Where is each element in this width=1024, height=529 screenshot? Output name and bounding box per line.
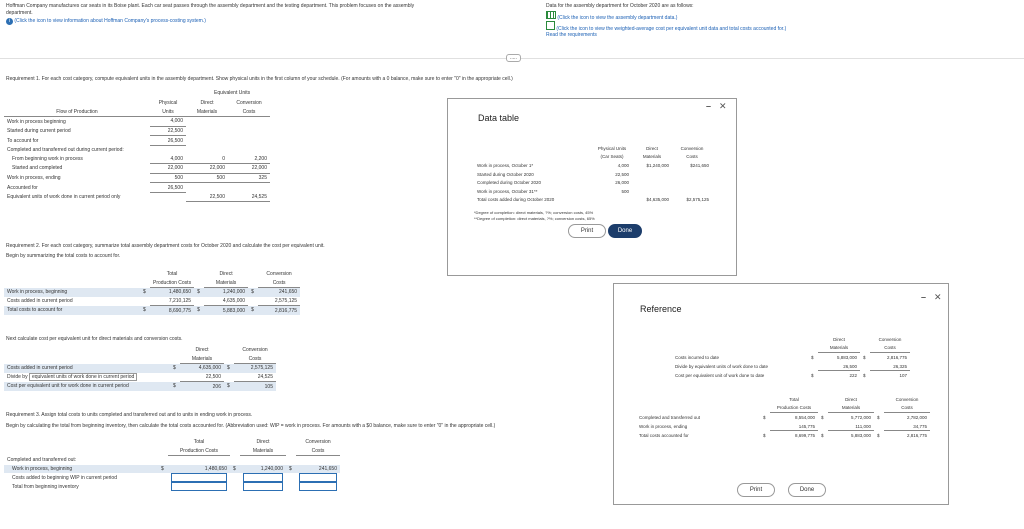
minimize-icon[interactable]: – [921,292,926,302]
wavg-link[interactable]: (Click the icon to view the weighted-ave… [546,21,786,32]
table-row: Completed during October 2020 26,000 [477,180,629,186]
col-physical: Physical [158,100,178,107]
table-row: Divide by equivalent units of work done … [4,372,276,383]
table-row: Work in process, beginning $1,480,650 $1,2… [4,287,301,297]
table-row: Equivalent units of work done in current… [4,192,270,203]
table-row: Work in process, beginning $1,480,650 $1,2… [4,464,340,474]
input-dm-added[interactable] [243,473,283,483]
req2-sub2: Next calculate cost per equivalent unit … [6,336,183,342]
done-button[interactable]: Done [788,483,826,497]
reference-cost-table: Direct Conversion Materials Costs Costs in… [672,335,910,380]
req3-title: Requirement 3. Assign total costs to uni… [6,412,253,418]
col-conversion: Conversion [236,100,262,107]
info-icon[interactable]: i [6,18,13,25]
reference-assign-table: Total Direct Conversion Production Costs Ma… [636,395,930,440]
reference-title: Reference [640,304,682,314]
table-row: Work in process, ending 145,775 111,000 34,… [636,421,930,432]
input-total-beginning[interactable] [171,482,227,492]
table-row: Total costs to account for $8,690,775 $5,8… [4,305,301,315]
col-flow: Flow of Production [4,107,150,118]
read-requirements-link[interactable]: Read the requirements [546,32,597,38]
col-costs: Costs [228,107,270,118]
info-link[interactable]: i (Click the icon to view information ab… [6,18,206,25]
req2-sub: Begin by summarizing the total costs to … [6,253,121,259]
req3-table: Total Direct Conversion Production Costs Ma… [4,438,340,492]
data-link[interactable]: (Click the icon to view the assembly dep… [546,11,677,21]
table-row: Started during October 2020 22,500 [477,171,629,177]
table-row: Total from beginning inventory [4,482,340,492]
table-row: Total costs added during October 2020 $4,… [477,197,709,203]
equivalent-units-header: Equivalent Units [214,90,251,96]
info-link-text[interactable]: (Click the icon to view information abou… [14,18,206,24]
data-table: Physical Units Direct Conversion (Car Seat… [474,144,712,204]
problem-intro: Hoffman Company manufactures car seats i… [6,3,415,9]
done-button[interactable]: Done [608,224,642,238]
input-conv-beginning[interactable] [299,482,337,492]
table-row: Work in process, October 31** 500 [477,188,629,194]
table-row: Work in process beginning 4,000 [4,116,270,127]
table-row: Completed and transferred out $8,554,000 $… [639,414,927,420]
table-row: Work in process, October 1* 4,000 $1,240,0… [477,162,709,168]
close-icon[interactable]: ✕ [719,101,727,112]
note-2: **Degree of completion: direct materials… [474,216,595,221]
problem-intro-2: department. [6,10,33,16]
req3-sub: Begin by calculating the total from begi… [6,423,496,429]
req3-section: Completed and transferred out: [7,457,77,464]
table-row: Cost per equivalent unit for work done i… [4,381,276,391]
table-row: From beginning work in process 4,000 0 2,20… [4,154,270,165]
table-row: To account for 26,500 [4,135,270,146]
req2-cost-per-unit-table: Direct Conversion Materials Costs Costs ad… [4,346,276,391]
req1-table: Physical Direct Conversion Flow of Produ… [4,99,270,203]
req2-table: Total Direct Conversion Production Costs Ma… [4,270,301,315]
data-table-popup: Data table – ✕ Physical Units Direct Conve… [447,98,737,276]
table-row: Accounted for 26,500 [4,182,270,193]
req1-title: Requirement 1. For each cost category, c… [6,76,513,82]
print-button[interactable]: Print [737,483,775,497]
table-row: Costs incurred to date $5,883,000 $2,816,7… [675,354,907,360]
input-conv-added[interactable] [299,473,337,483]
close-icon[interactable]: ✕ [934,292,942,303]
note-1: *Degree of completion: direct materials,… [474,210,594,215]
col-materials: Materials [186,107,228,118]
table-row: Costs added to beginning WIP in current … [4,473,340,483]
input-dm-beginning[interactable] [243,482,283,492]
input-total-added[interactable] [171,473,227,483]
print-button[interactable]: Print [568,224,606,238]
col-units: Units [150,107,186,118]
calculator-icon[interactable] [546,21,555,30]
table-row: Work in process, ending 500 500 325 [4,173,270,184]
table-row: Total costs accounted for $8,699,775 $5,88… [639,432,927,439]
minimize-icon[interactable]: – [706,101,711,111]
table-row: Cost per equivalent unit of work done to… [675,372,907,379]
data-grid-icon[interactable] [546,11,556,19]
req2-title: Requirement 2. For each cost category, s… [6,243,325,249]
table-row: Costs added in current period $4,635,000 $… [4,363,276,373]
table-row: Started during current period 22,500 [4,126,270,137]
table-row: Completed and transferred out during cur… [7,147,124,154]
col-direct: Direct [200,100,214,107]
collapse-handle[interactable]: ..... [506,54,521,62]
data-intro: Data for the assembly department for Oct… [546,3,694,9]
popup-title: Data table [478,113,520,123]
divide-by-select[interactable]: equivalent units of work done in current… [28,373,138,382]
table-row: Started and completed 22,000 22,000 22,000 [4,163,270,174]
reference-popup: Reference – ✕ Direct Conversion Materials… [613,283,949,505]
table-row: Divide by equivalent units of work done … [672,361,910,372]
table-row: Costs added in current period 7,210,125 4,… [4,296,301,307]
